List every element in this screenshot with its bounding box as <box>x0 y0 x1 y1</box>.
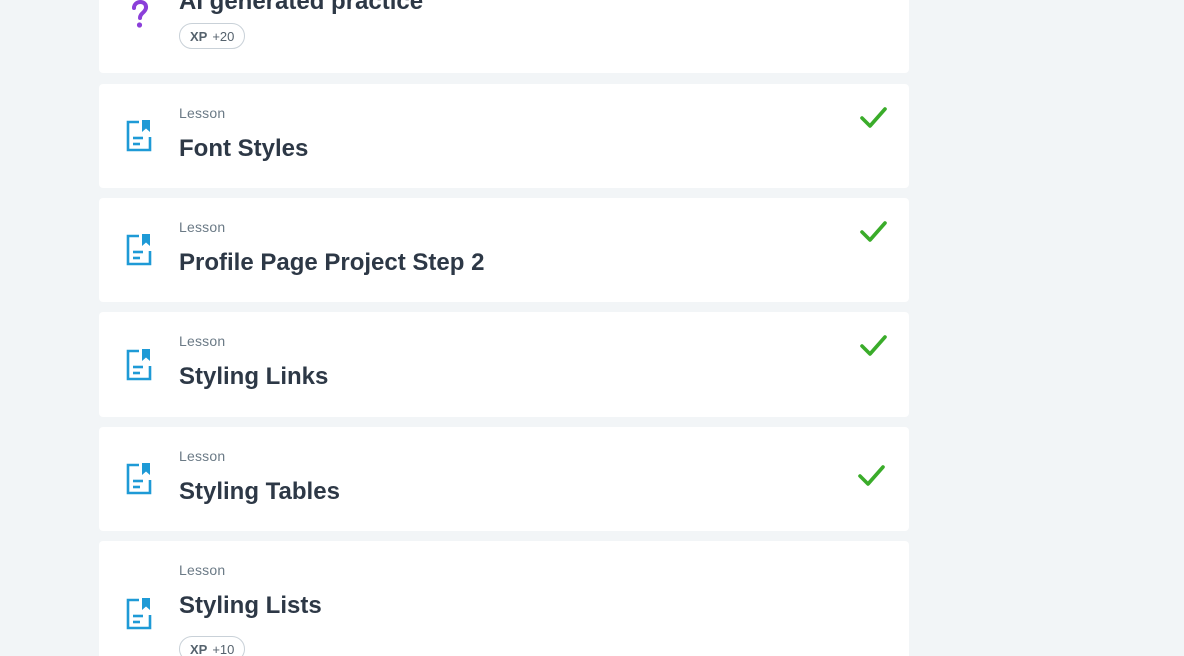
xp-value: +10 <box>212 641 235 656</box>
course-content-list: AI generated practice XP +20 Lesson Font… <box>0 0 1184 656</box>
lesson-doc-icon <box>126 463 152 495</box>
lesson-type-label: Lesson <box>179 105 226 121</box>
lesson-title: Styling Tables <box>179 478 340 505</box>
check-icon <box>860 335 887 356</box>
lesson-doc-icon <box>126 349 152 381</box>
lesson-type-label: Lesson <box>179 562 226 578</box>
xp-badge: XP +20 <box>179 23 246 49</box>
lesson-title: Styling Lists <box>179 592 322 619</box>
question-icon <box>132 0 148 28</box>
lesson-title: Profile Page Project Step 2 <box>179 249 485 276</box>
xp-label: XP <box>190 28 208 44</box>
lesson-doc-icon <box>126 120 152 152</box>
lesson-type-label: Lesson <box>179 448 226 464</box>
lesson-doc-icon <box>126 234 152 266</box>
check-icon <box>858 465 885 486</box>
lesson-card[interactable]: Lesson Styling Tables <box>99 427 909 531</box>
lesson-title: Font Styles <box>179 135 309 162</box>
lesson-type-label: Lesson <box>179 219 226 235</box>
lesson-doc-icon <box>126 598 152 630</box>
xp-label: XP <box>190 641 208 656</box>
lesson-type-label: Lesson <box>179 333 226 349</box>
check-icon <box>860 107 887 128</box>
lesson-card[interactable]: Lesson Font Styles <box>99 84 909 188</box>
practice-title: AI generated practice <box>179 0 424 15</box>
xp-value: +20 <box>212 28 235 44</box>
lesson-card[interactable]: Lesson Profile Page Project Step 2 <box>99 198 909 302</box>
check-icon <box>860 221 887 242</box>
lesson-card[interactable]: Lesson Styling Links <box>99 312 909 417</box>
practice-card[interactable]: AI generated practice XP +20 <box>99 0 909 73</box>
xp-badge: XP +10 <box>179 636 246 656</box>
lesson-title: Styling Links <box>179 363 329 390</box>
lesson-card[interactable]: Lesson Styling Lists XP +10 <box>99 541 909 656</box>
